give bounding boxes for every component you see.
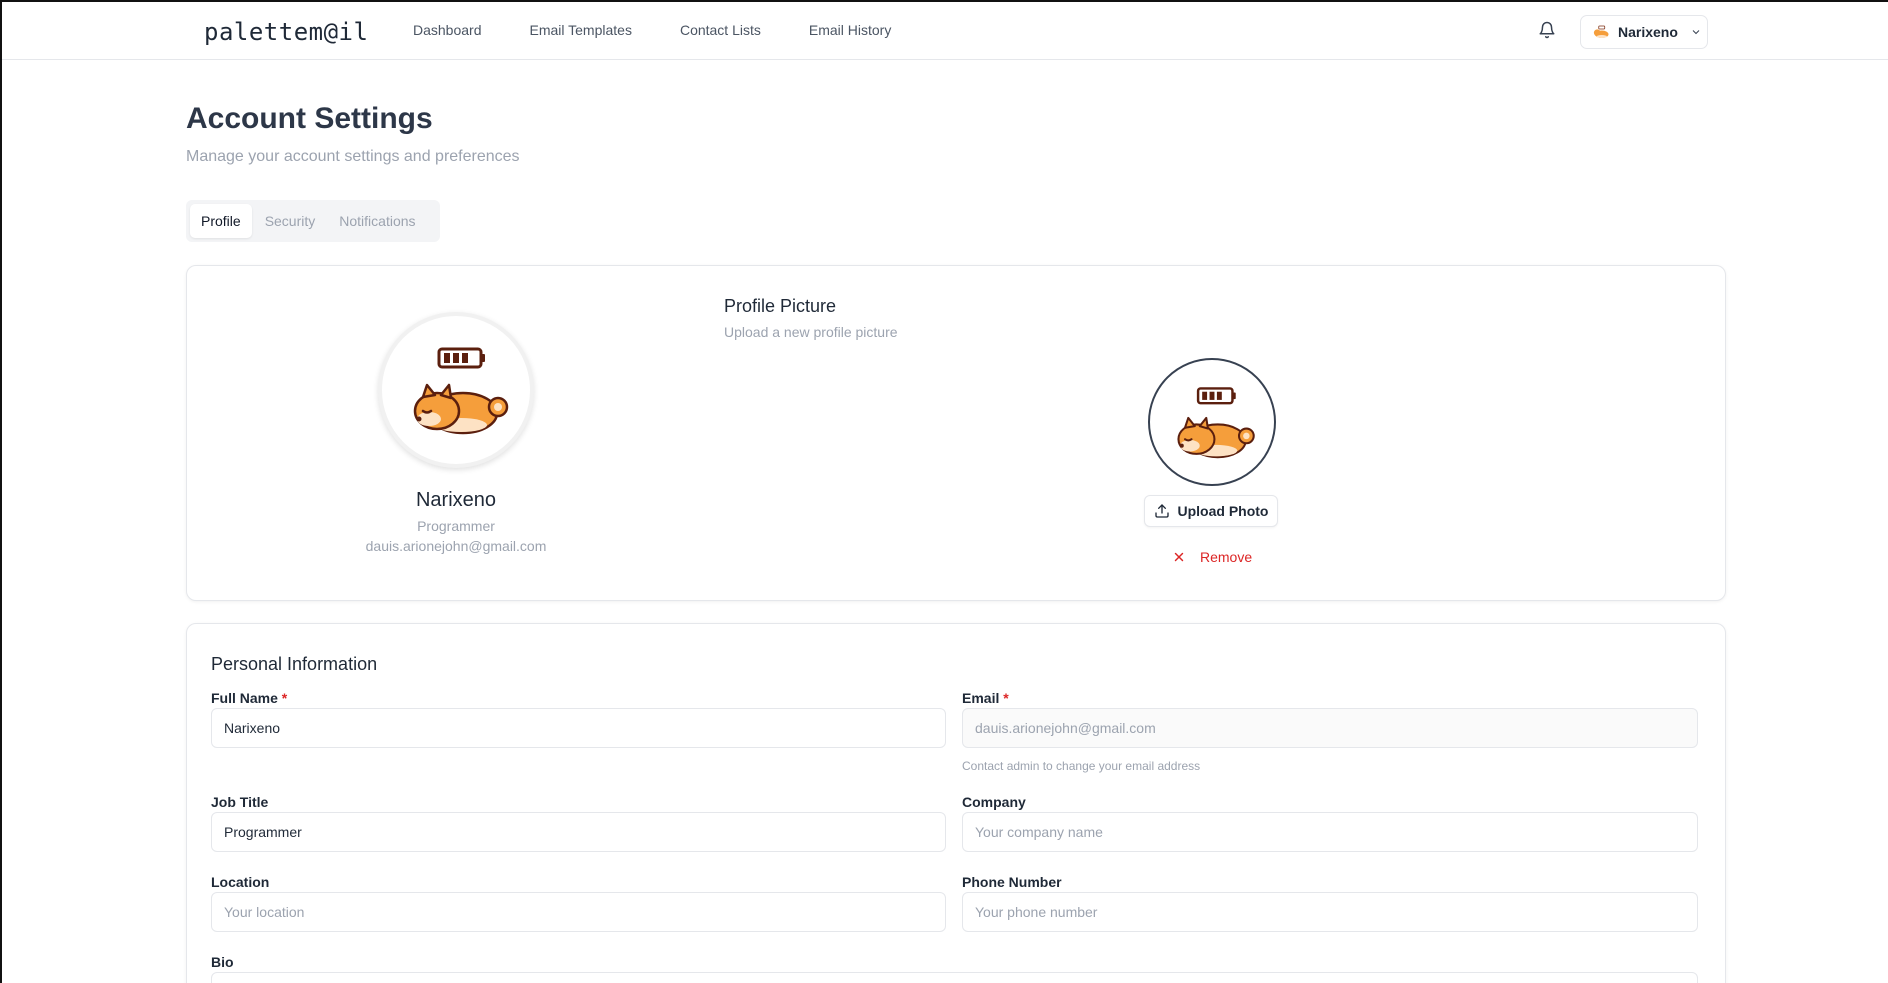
profile-picture-subtitle: Upload a new profile picture bbox=[724, 324, 898, 340]
upload-photo-label: Upload Photo bbox=[1177, 503, 1269, 519]
profile-picture-title: Profile Picture bbox=[724, 296, 837, 316]
app-logo[interactable]: palettem@il bbox=[204, 18, 368, 46]
shiba-dog-icon bbox=[413, 347, 509, 435]
logo-text: palettem@il bbox=[204, 18, 369, 46]
top-navbar: palettem@il Dashboard Email Templates Co… bbox=[2, 2, 1888, 60]
email-label: Email * bbox=[962, 690, 1009, 706]
profile-job-title: Programmer bbox=[417, 518, 495, 534]
email-label-text: Email bbox=[962, 690, 1000, 706]
full-name-input[interactable] bbox=[211, 708, 946, 748]
job-title-label: Job Title bbox=[211, 794, 269, 810]
remove-photo-label: Remove bbox=[1200, 549, 1253, 565]
full-name-label: Full Name * bbox=[211, 690, 287, 706]
user-avatar-icon bbox=[1593, 25, 1609, 38]
nav-contact-lists[interactable]: Contact Lists bbox=[680, 22, 761, 38]
nav-email-templates[interactable]: Email Templates bbox=[530, 22, 632, 38]
required-mark: * bbox=[281, 690, 288, 706]
nav-dashboard[interactable]: Dashboard bbox=[413, 22, 482, 38]
page-title: Account Settings bbox=[186, 102, 433, 135]
tab-notifications[interactable]: Notifications bbox=[328, 204, 426, 238]
tab-security[interactable]: Security bbox=[254, 204, 327, 238]
company-label: Company bbox=[962, 794, 1026, 810]
settings-tabs: Profile Security Notifications bbox=[186, 200, 440, 242]
profile-card: Narixeno Programmer dauis.arionejohn@gma… bbox=[186, 265, 1726, 601]
nav-email-history[interactable]: Email History bbox=[809, 22, 891, 38]
company-input[interactable] bbox=[962, 812, 1698, 852]
chevron-down-icon bbox=[1692, 30, 1700, 35]
upload-icon bbox=[1154, 504, 1169, 518]
profile-name: Narixeno bbox=[415, 489, 497, 511]
personal-info-title: Personal Information bbox=[211, 654, 378, 674]
profile-picture-preview bbox=[1148, 358, 1276, 486]
personal-info-card: Personal Information Full Name * Email *… bbox=[186, 623, 1726, 983]
shiba-dog-icon bbox=[1177, 387, 1255, 459]
phone-input[interactable] bbox=[962, 892, 1698, 932]
bell-icon[interactable] bbox=[1538, 21, 1556, 39]
email-input[interactable] bbox=[962, 708, 1698, 748]
tab-profile[interactable]: Profile bbox=[190, 204, 252, 238]
job-title-input[interactable] bbox=[211, 812, 946, 852]
bio-textarea[interactable] bbox=[211, 972, 1698, 983]
required-mark: * bbox=[1003, 690, 1009, 706]
user-menu-button[interactable]: Narixeno bbox=[1580, 15, 1708, 49]
email-hint: Contact admin to change your email addre… bbox=[962, 759, 1201, 773]
remove-photo-button[interactable]: Remove bbox=[1172, 549, 1252, 565]
user-name: Narixeno bbox=[1618, 24, 1678, 40]
location-label: Location bbox=[211, 874, 270, 890]
close-icon bbox=[1174, 552, 1184, 562]
bio-label: Bio bbox=[211, 954, 234, 970]
upload-photo-button[interactable]: Upload Photo bbox=[1144, 495, 1278, 527]
main-nav: Dashboard Email Templates Contact Lists … bbox=[413, 22, 939, 38]
profile-avatar bbox=[378, 312, 534, 468]
profile-email: dauis.arionejohn@gmail.com bbox=[365, 538, 547, 554]
location-input[interactable] bbox=[211, 892, 946, 932]
full-name-label-text: Full Name bbox=[211, 690, 278, 706]
phone-label: Phone Number bbox=[962, 874, 1062, 890]
page-subtitle: Manage your account settings and prefere… bbox=[186, 148, 520, 165]
